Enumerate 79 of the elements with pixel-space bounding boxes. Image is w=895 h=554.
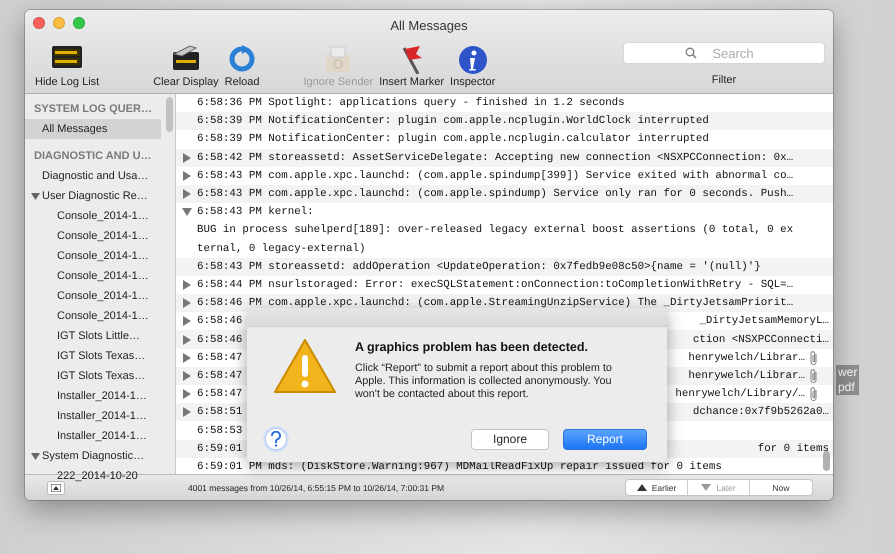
triangle-icon: [51, 484, 61, 492]
sidebar-item[interactable]: All Messages: [25, 119, 161, 139]
toolbar-button[interactable]: Inspector: [447, 38, 498, 88]
sidebar-item[interactable]: 222_2014-10-20: [25, 466, 161, 486]
sidebar-item[interactable]: Console_2014-1…: [25, 286, 161, 306]
sidebar-item[interactable]: Console_2014-1…: [25, 306, 161, 326]
minimize-button[interactable]: [53, 17, 65, 29]
log-message: 6:58:43 PM storeassetd: addOperation <UpdateOperation: 0x7fedb9e08c50>{name = '(null)'}: [197, 260, 761, 273]
sidebar-item[interactable]: Installer_2014-1…: [25, 426, 161, 446]
log-message: henrywelch/Library/…: [675, 388, 805, 400]
sidebar-item[interactable]: IGT Slots Texas…: [25, 366, 161, 386]
toolbar-button[interactable]: Reload: [222, 38, 262, 88]
log-message: 6:58:39 PM NotificationCenter: plugin com.apple.ncplugin.WorldClock interrupted: [197, 115, 709, 128]
sidebar-item[interactable]: Console_2014-1…: [25, 226, 161, 246]
log-message: 6:58:47: [197, 370, 242, 382]
alert-title: A graphics problem has been detected.: [355, 340, 589, 354]
toolbar-button[interactable]: Insert Marker: [376, 38, 448, 88]
down-triangle-icon: [701, 484, 712, 491]
log-message: 6:58:46 PM com.apple.xpc.launchd: (com.apple.StreamingUnzipService) The _DirtyJetsamPriorit…: [197, 297, 794, 310]
log-message: 6:58:51: [197, 406, 242, 418]
sidebar-section-header: SYSTEM LOG QUER…: [33, 102, 153, 117]
status-text: 4001 messages from 10/26/14, 6:55:15 PM to 10/26/14, 7:00:31 PM: [188, 482, 444, 492]
log-message: _DirtyJetsamMemoryL…: [699, 315, 829, 328]
filter-label: Filter: [712, 74, 736, 86]
log-message: dchance:0x7f9b5262a0…: [692, 406, 829, 418]
log-message: 6:58:39 PM NotificationCenter: plugin com.apple.ncplugin.calculator interrupted: [197, 133, 709, 146]
log-message: 6:59:01: [197, 442, 242, 455]
zoom-button[interactable]: [73, 17, 85, 29]
navigation-button[interactable]: Now: [750, 480, 812, 495]
sidebar-item[interactable]: User Diagnostic Re…: [25, 186, 161, 206]
toggle-sidebar-button[interactable]: [47, 480, 65, 494]
log-message: for 0 items: [758, 442, 829, 455]
toolbar-button[interactable]: Hide Log List: [32, 38, 102, 88]
help-button[interactable]: [265, 428, 287, 450]
question-mark-icon: [269, 431, 283, 447]
log-message: 6:58:47: [197, 388, 242, 400]
alert-message: Click “Report” to submit a report about this problem to Apple. This information is collected anonymously. You won't be contacted about this report.: [355, 362, 613, 401]
desktop-icon-label: pdf: [836, 380, 860, 395]
scrollbar-thumb[interactable]: [166, 97, 173, 132]
log-message: 6:58:53: [197, 424, 242, 436]
log-row[interactable]: 6:58:39 PM NotificationCenter: plugin com.apple.ncplugin.WorldClock interrupted: [176, 112, 833, 130]
log-message: 6:58:44 PM nsurlstoraged: Error: execSQLStatement:onConnection:toCompletionWithRetry - SQL=…: [197, 279, 794, 291]
log-row[interactable]: 6:58:43 PM storeassetd: addOperation <UpdateOperation: 0x7fedb9e08c50>{name = '(null)'}: [176, 258, 833, 276]
log-message: 6:58:43 PM com.apple.xpc.launchd: (com.apple.spindump) Service only ran for 0 seconds. Push…: [197, 188, 794, 200]
sidebar-item[interactable]: Installer_2014-1…: [25, 406, 161, 426]
log-row[interactable]: 6:58:42 PM storeassetd: AssetServiceDelegate: Accepting new connection <NSXPCConnection: 0x…: [176, 148, 833, 167]
log-message: 6:58:42 PM storeassetd: AssetServiceDelegate: Accepting new connection <NSXPCConnection: 0x…: [197, 152, 794, 164]
up-triangle-icon: [636, 484, 647, 491]
log-message: henrywelch/Librar…: [688, 352, 805, 364]
info-icon: [456, 44, 489, 74]
sidebar-item[interactable]: System Diagnostic…: [25, 446, 161, 466]
sidebar-item[interactable]: Installer_2014-1…: [25, 386, 161, 406]
sidebar-item[interactable]: Console_2014-1…: [25, 206, 161, 226]
log-message: 6:58:43 PM com.apple.xpc.launchd: (com.apple.spindump[399]) Service exited with abnormal co…: [197, 170, 794, 182]
sidebar-section-header: DIAGNOSTIC AND U…: [33, 149, 153, 164]
sidebar-item[interactable]: Console_2014-1…: [25, 246, 161, 266]
search-field[interactable]: Search: [623, 42, 825, 64]
scrollbar-thumb[interactable]: [823, 451, 830, 471]
close-button[interactable]: [33, 17, 45, 29]
log-message: BUG in process suhelperd[189]: over-released legacy external boost assertions (0 total, 0 external, 0 legacy-external): [196, 223, 794, 257]
toolbar-button[interactable]: Clear Display: [150, 38, 222, 88]
sidebar-item[interactable]: Diagnostic and Usa…: [25, 166, 161, 186]
dialog-button[interactable]: Ignore: [471, 428, 549, 450]
warning-icon: [273, 337, 337, 395]
log-message: 6:58:36 PM Spotlight: applications query - finished in 1.2 seconds: [197, 97, 625, 110]
log-message: 6:58:47: [197, 352, 242, 364]
log-row[interactable]: 6:58:43 PM com.apple.xpc.launchd: (com.apple.spindump) Service only ran for 0 seconds. Push…: [176, 184, 833, 204]
log-message: ction <NSXPCConnecti…: [692, 334, 829, 346]
search-icon: [685, 47, 697, 59]
window-title: All Messages: [390, 16, 468, 32]
sidebar-item[interactable]: Console_2014-1…: [25, 266, 161, 286]
log-message: 6:58:46: [197, 315, 242, 328]
sidebar-item[interactable]: IGT Slots Texas…: [25, 346, 161, 366]
log-message: 6:58:43 PM kernel:: [197, 206, 314, 218]
sidebar-item[interactable]: IGT Slots Little…: [25, 326, 161, 346]
log-message: 6:58:46: [197, 334, 242, 346]
desktop-icon-label: wer: [836, 365, 860, 380]
log-message: henrywelch/Librar…: [688, 370, 805, 382]
navigation-button[interactable]: Earlier: [626, 480, 688, 495]
